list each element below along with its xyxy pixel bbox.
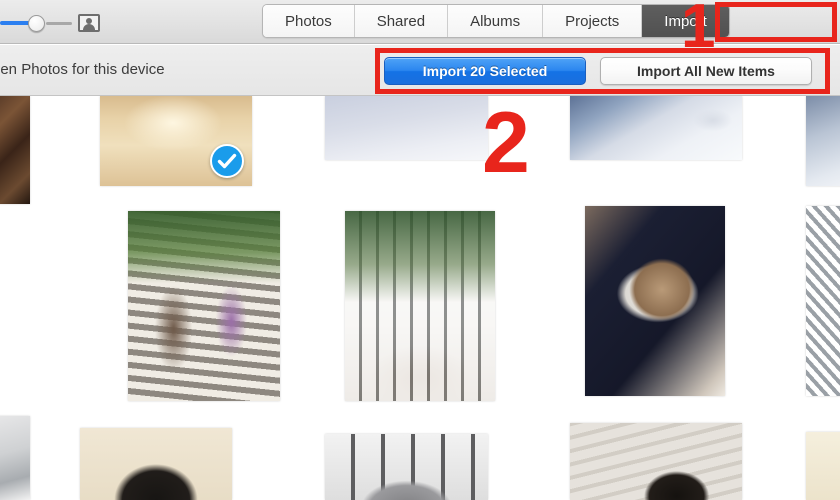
tab-projects[interactable]: Projects — [543, 5, 643, 37]
tab-albums-label: Albums — [470, 12, 521, 30]
photo-thumbnail[interactable] — [345, 211, 495, 401]
photo-thumbnail[interactable] — [806, 96, 840, 186]
tab-photos[interactable]: Photos — [263, 5, 355, 37]
thumbnail-size-slider[interactable] — [0, 14, 120, 32]
photo-thumbnail[interactable] — [806, 432, 840, 500]
device-status-text: pen Photos for this device — [0, 61, 165, 78]
annotation-number-2: 2 — [482, 95, 530, 191]
tab-projects-label: Projects — [565, 12, 620, 30]
import-all-label: Import All New Items — [637, 63, 775, 79]
tab-albums[interactable]: Albums — [448, 5, 544, 37]
import-selected-button[interactable]: Import 20 Selected — [384, 57, 586, 85]
portrait-icon[interactable] — [78, 14, 100, 32]
photo-thumbnail[interactable] — [80, 428, 232, 500]
tab-shared-label: Shared — [376, 12, 426, 30]
slider-track-empty — [46, 22, 72, 25]
photo-thumbnail[interactable] — [325, 434, 488, 500]
photo-thumbnail[interactable] — [570, 423, 742, 500]
tab-shared[interactable]: Shared — [354, 5, 449, 37]
photo-thumbnail[interactable] — [128, 211, 280, 401]
import-all-new-items-button[interactable]: Import All New Items — [600, 57, 812, 85]
photo-thumbnail[interactable] — [0, 416, 30, 500]
photo-thumbnail[interactable] — [325, 96, 488, 160]
photo-thumbnail[interactable] — [585, 206, 725, 396]
selected-check-icon[interactable] — [210, 144, 244, 178]
import-selected-label: Import 20 Selected — [422, 63, 548, 79]
annotation-number-1: 1 — [681, 0, 716, 61]
photo-thumbnail[interactable] — [806, 206, 840, 396]
photo-thumbnail[interactable] — [0, 96, 30, 204]
slider-knob[interactable] — [28, 15, 45, 32]
photo-import-grid[interactable] — [0, 96, 840, 500]
photo-thumbnail-selected[interactable] — [100, 96, 252, 186]
photo-thumbnail[interactable] — [570, 96, 742, 160]
tab-photos-label: Photos — [285, 12, 332, 30]
view-tab-bar: Photos Shared Albums Projects Import — [262, 4, 730, 38]
